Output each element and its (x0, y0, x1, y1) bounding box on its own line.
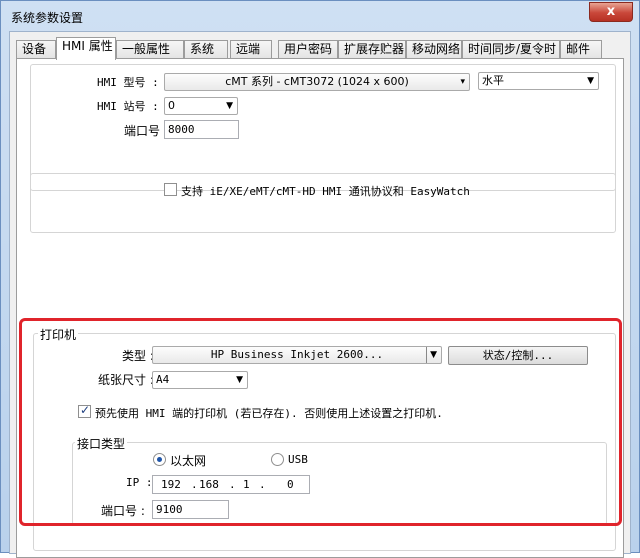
tab-system[interactable]: 系统 (184, 40, 228, 59)
tab-hmi-properties[interactable]: HMI 属性 (56, 37, 116, 60)
hmi-station-select[interactable]: 0 ▼ (164, 97, 238, 115)
close-icon: x (606, 4, 616, 19)
hmi-model-value: cMT 系列 - cMT3072 (1024 x 600) (225, 75, 409, 88)
tab-device[interactable]: 设备 (16, 40, 56, 59)
protocol-support-label: 支持 iE/XE/eMT/cMT-HD HMI 通讯协议和 EasyWatch (181, 185, 470, 198)
window-title: 系统参数设置 (11, 11, 84, 25)
protocol-support-checkbox[interactable] (164, 183, 177, 196)
hmi-model-group: HMI 型号 : cMT 系列 - cMT3072 (1024 x 600) ▾… (30, 64, 616, 191)
hmi-model-select[interactable]: cMT 系列 - cMT3072 (1024 x 600) ▾ (164, 73, 470, 91)
hmi-station-label: HMI 站号 : (97, 100, 159, 113)
tab-mail[interactable]: 邮件 (560, 40, 602, 59)
hmi-model-label: HMI 型号 : (97, 76, 159, 89)
chevron-down-icon: ▼ (226, 101, 233, 111)
chevron-down-icon: ▾ (460, 77, 465, 87)
orientation-select[interactable]: 水平 ▼ (478, 72, 599, 90)
close-button[interactable]: x (589, 2, 633, 22)
tab-extended-memory[interactable]: 扩展存贮器 (338, 40, 406, 59)
tab-mobile-network[interactable]: 移动网络 (406, 40, 462, 59)
title-bar[interactable]: 系统参数设置 x (1, 1, 639, 31)
hmi-port-input[interactable]: 8000 (164, 120, 239, 139)
tab-user-password[interactable]: 用户密码 (278, 40, 338, 59)
highlight-frame (19, 318, 622, 526)
protocol-support-group: 支持 iE/XE/eMT/cMT-HD HMI 通讯协议和 EasyWatch (30, 173, 616, 233)
hmi-station-value: 0 (168, 99, 175, 112)
tab-time-sync[interactable]: 时间同步/夏令时 (462, 40, 560, 59)
hmi-port-label: 端口号 : (124, 124, 168, 138)
settings-window: 系统参数设置 x 设备 HMI 属性 一般属性 系统 远端 用户密码 扩展存贮器… (0, 0, 640, 558)
orientation-value: 水平 (482, 74, 504, 87)
tab-remote[interactable]: 远端 (230, 40, 272, 59)
chevron-down-icon: ▼ (587, 76, 594, 86)
tab-general[interactable]: 一般属性 (116, 40, 184, 59)
